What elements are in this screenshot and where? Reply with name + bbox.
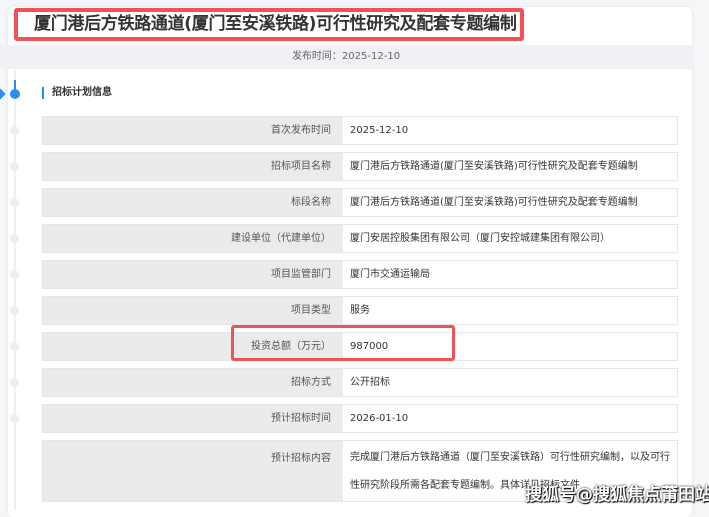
table-row: 招标项目名称 厦门港后方铁路通道(厦门至安溪铁路)可行性研究及配套专题编制 <box>42 152 678 181</box>
row-label: 预计招标内容 <box>43 441 343 501</box>
section-heading: 招标计划信息 <box>42 87 112 99</box>
table-row: 预计招标时间 2026-01-10 <box>42 404 678 433</box>
row-value: 厦门港后方铁路通道(厦门至安溪铁路)可行性研究及配套专题编制 <box>343 189 677 216</box>
row-label: 首次发布时间 <box>43 117 343 144</box>
publish-date-bar: 发布时间：2025-12-10 <box>0 45 692 69</box>
timeline-dot[interactable] <box>10 342 19 351</box>
row-value: 厦门港后方铁路通道(厦门至安溪铁路)可行性研究及配套专题编制 <box>343 153 677 180</box>
row-value: 服务 <box>343 297 677 324</box>
timeline-dot[interactable] <box>10 270 19 279</box>
row-value: 厦门安居控股集团有限公司（厦门安控城建集团有限公司） <box>343 225 677 252</box>
table-row: 建设单位（代建单位） 厦门安居控股集团有限公司（厦门安控城建集团有限公司） <box>42 224 678 253</box>
timeline <box>14 70 16 510</box>
table-row: 招标方式 公开招标 <box>42 368 678 397</box>
timeline-dot[interactable] <box>10 126 19 135</box>
row-label: 项目监管部门 <box>43 261 343 288</box>
timeline-dot[interactable] <box>10 414 19 423</box>
highlight-box <box>231 325 455 361</box>
timeline-dot[interactable] <box>10 306 19 315</box>
row-value: 2026-01-10 <box>343 405 677 432</box>
row-label: 招标方式 <box>43 369 343 396</box>
timeline-active-dot[interactable] <box>10 89 20 99</box>
timeline-dot[interactable] <box>10 162 19 171</box>
row-label: 项目类型 <box>43 297 343 324</box>
publish-label: 发布时间： <box>291 51 342 62</box>
table-row: 标段名称 厦门港后方铁路通道(厦门至安溪铁路)可行性研究及配套专题编制 <box>42 188 678 217</box>
row-value: 2025-12-10 <box>343 117 677 144</box>
row-value: 公开招标 <box>343 369 677 396</box>
row-value: 厦门市交通运输局 <box>343 261 677 288</box>
table-row: 项目监管部门 厦门市交通运输局 <box>42 260 678 289</box>
page-title: 厦门港后方铁路通道(厦门至安溪铁路)可行性研究及配套专题编制 <box>14 8 524 41</box>
publish-date: 2025-12-10 <box>341 51 401 62</box>
row-label: 建设单位（代建单位） <box>43 225 343 252</box>
row-label: 招标项目名称 <box>43 153 343 180</box>
table-row: 首次发布时间 2025-12-10 <box>42 116 678 145</box>
row-label: 标段名称 <box>43 189 343 216</box>
watermark: 搜狐号@搜狐焦点莆田站 <box>525 485 709 505</box>
table-row: 项目类型 服务 <box>42 296 678 325</box>
row-label: 预计招标时间 <box>43 405 343 432</box>
timeline-dot[interactable] <box>10 378 19 387</box>
timeline-dot[interactable] <box>10 234 19 243</box>
timeline-dot[interactable] <box>10 198 19 207</box>
timeline-pointer-icon <box>0 88 6 100</box>
